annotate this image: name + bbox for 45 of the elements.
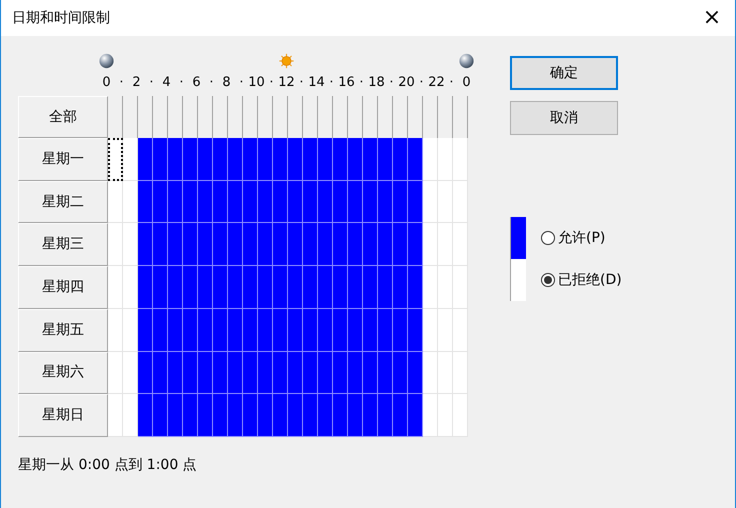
hour-label: ·: [329, 74, 334, 92]
day-button[interactable]: 星期六: [18, 352, 108, 394]
hour-label: 20: [398, 74, 415, 92]
hour-label: 4: [162, 74, 171, 92]
day-button[interactable]: 星期三: [18, 223, 108, 266]
hour-label: 22: [428, 74, 445, 92]
hour-label: ·: [419, 74, 424, 92]
hour-label: ·: [269, 74, 274, 92]
hour-label: 2: [132, 74, 141, 92]
moon-icon: [99, 52, 114, 70]
day-button[interactable]: 星期五: [18, 308, 108, 352]
hour-label: 0: [462, 74, 471, 92]
hour-label: ·: [119, 74, 124, 92]
hour-label: ·: [179, 74, 184, 92]
ok-button[interactable]: 确定: [510, 56, 618, 90]
day-button[interactable]: 星期二: [18, 180, 108, 224]
hour-label: ·: [359, 74, 364, 92]
hour-label: 10: [248, 74, 265, 92]
radio-label[interactable]: 允许(P): [558, 228, 606, 248]
hour-label: ·: [299, 74, 304, 92]
hour-label: 14: [308, 74, 325, 92]
window-title: 日期和时间限制: [12, 8, 110, 28]
hour-label: 16: [338, 74, 355, 92]
radio-label[interactable]: 已拒绝(D): [558, 270, 622, 290]
hour-label: ·: [239, 74, 244, 92]
radio-button[interactable]: [541, 231, 555, 245]
moon-icon: [459, 52, 474, 70]
select-all-button[interactable]: 全部: [18, 96, 108, 138]
hour-label: ·: [449, 74, 454, 92]
hour-label: ·: [149, 74, 154, 92]
hour-label: ·: [209, 74, 214, 92]
day-button[interactable]: 星期日: [18, 394, 108, 437]
hour-label: 18: [368, 74, 385, 92]
hour-label: 6: [192, 74, 201, 92]
sun-icon: [279, 51, 294, 71]
close-button[interactable]: ×: [689, 0, 735, 36]
hour-label: ·: [389, 74, 394, 92]
hour-label: 8: [222, 74, 231, 92]
hour-label: 0: [102, 74, 111, 92]
cancel-button[interactable]: 取消: [510, 101, 618, 135]
day-button[interactable]: 星期四: [18, 266, 108, 309]
day-button[interactable]: 星期一: [18, 138, 108, 181]
radio-button[interactable]: [541, 273, 555, 287]
status-text: 星期一从 0:00 点到 1:00 点: [18, 457, 197, 473]
hour-label: 12: [278, 74, 295, 92]
